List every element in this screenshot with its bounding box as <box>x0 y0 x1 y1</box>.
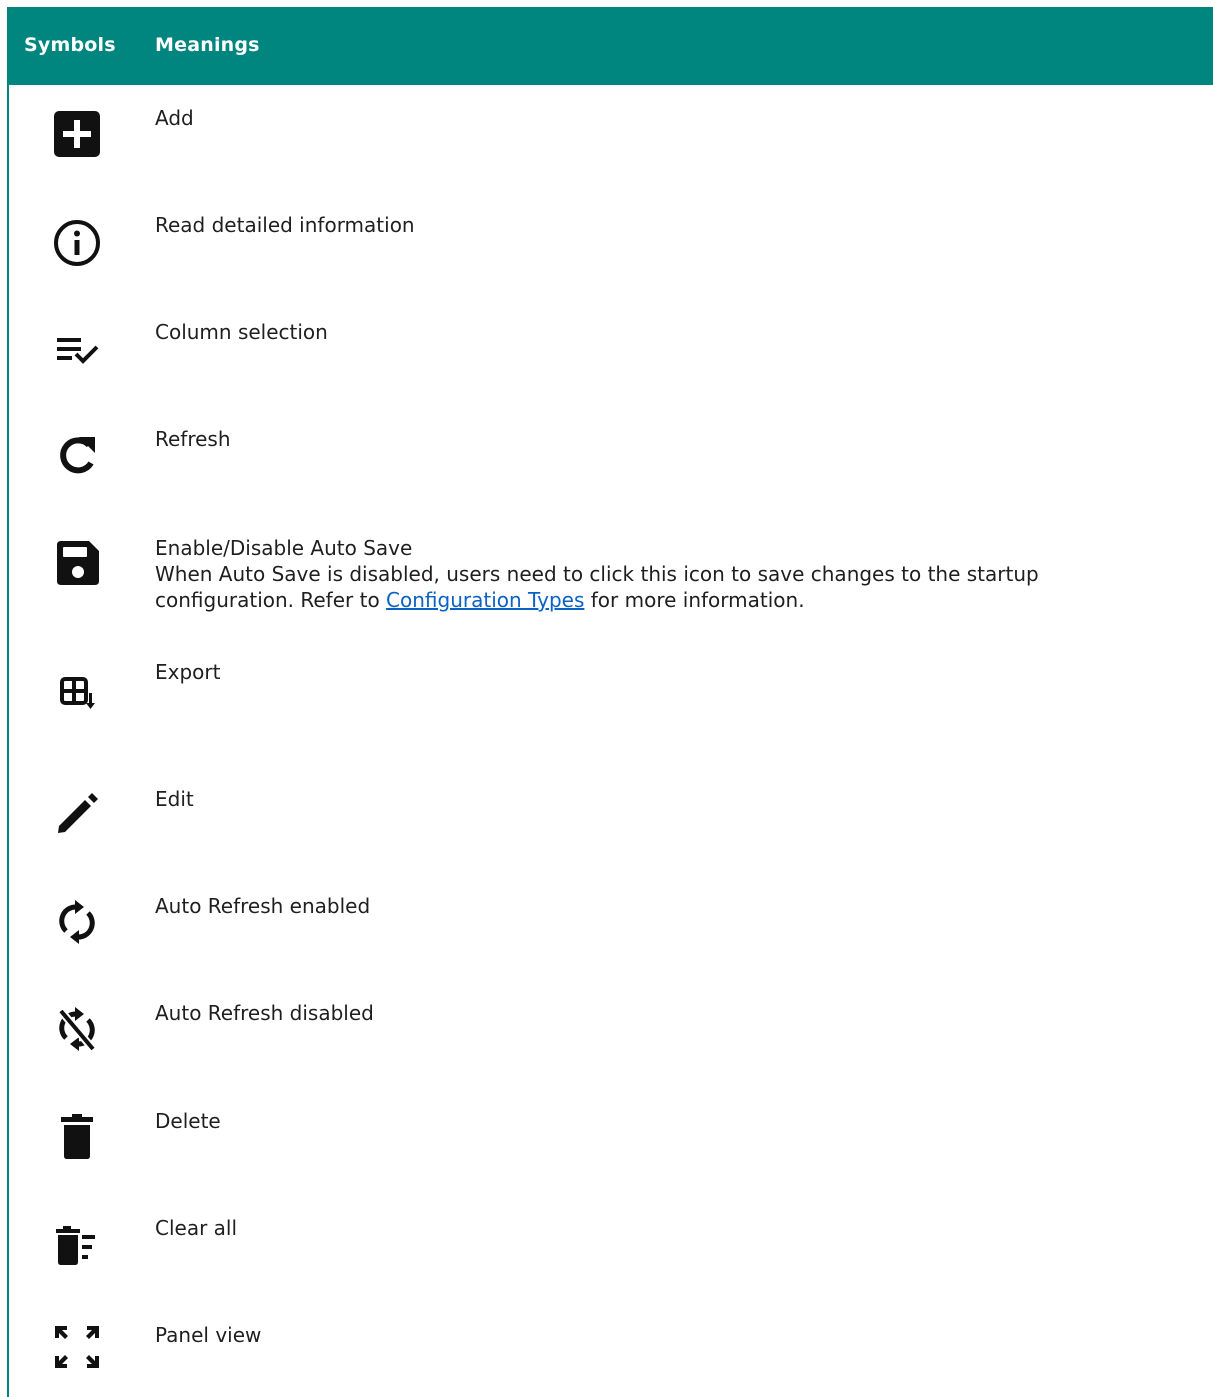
header-symbols: Symbols <box>24 34 116 56</box>
delete-icon <box>45 1112 109 1160</box>
row-meaning: Refresh <box>155 427 231 451</box>
row-detail: When Auto Save is disabled, users need t… <box>155 561 1153 613</box>
edit-icon <box>45 790 109 838</box>
detail-text-after: for more information. <box>584 588 805 612</box>
row-meaning: Auto Refresh enabled <box>155 894 371 918</box>
row-meaning: Auto Refresh disabled <box>155 1001 374 1025</box>
export-icon <box>45 674 109 722</box>
refresh-icon <box>45 431 109 479</box>
row-meaning: Column selection <box>155 320 328 344</box>
auto-refresh-enabled-icon <box>45 898 109 946</box>
configuration-types-link[interactable]: Configuration Types <box>386 588 584 612</box>
save-icon <box>45 539 109 587</box>
auto-refresh-disabled-icon <box>45 1005 109 1053</box>
column-selection-icon <box>45 335 109 367</box>
row-meaning: Export <box>155 660 221 684</box>
row-meaning: Panel view <box>155 1323 262 1347</box>
header-meanings: Meanings <box>155 34 260 56</box>
row-meaning: Clear all <box>155 1216 238 1240</box>
row-meaning: Enable/Disable Auto Save <box>155 536 413 560</box>
row-meaning: Delete <box>155 1109 221 1133</box>
table-header: Symbols Meanings <box>9 7 1213 85</box>
panel-view-icon <box>45 1323 109 1371</box>
add-icon <box>45 110 109 158</box>
row-meaning: Edit <box>155 787 194 811</box>
clear-all-icon <box>45 1224 109 1268</box>
info-icon <box>45 219 109 267</box>
row-meaning: Read detailed information <box>155 213 415 237</box>
symbols-table: Symbols Meanings Add Read detailed infor… <box>7 7 1213 1397</box>
row-meaning: Add <box>155 106 194 130</box>
